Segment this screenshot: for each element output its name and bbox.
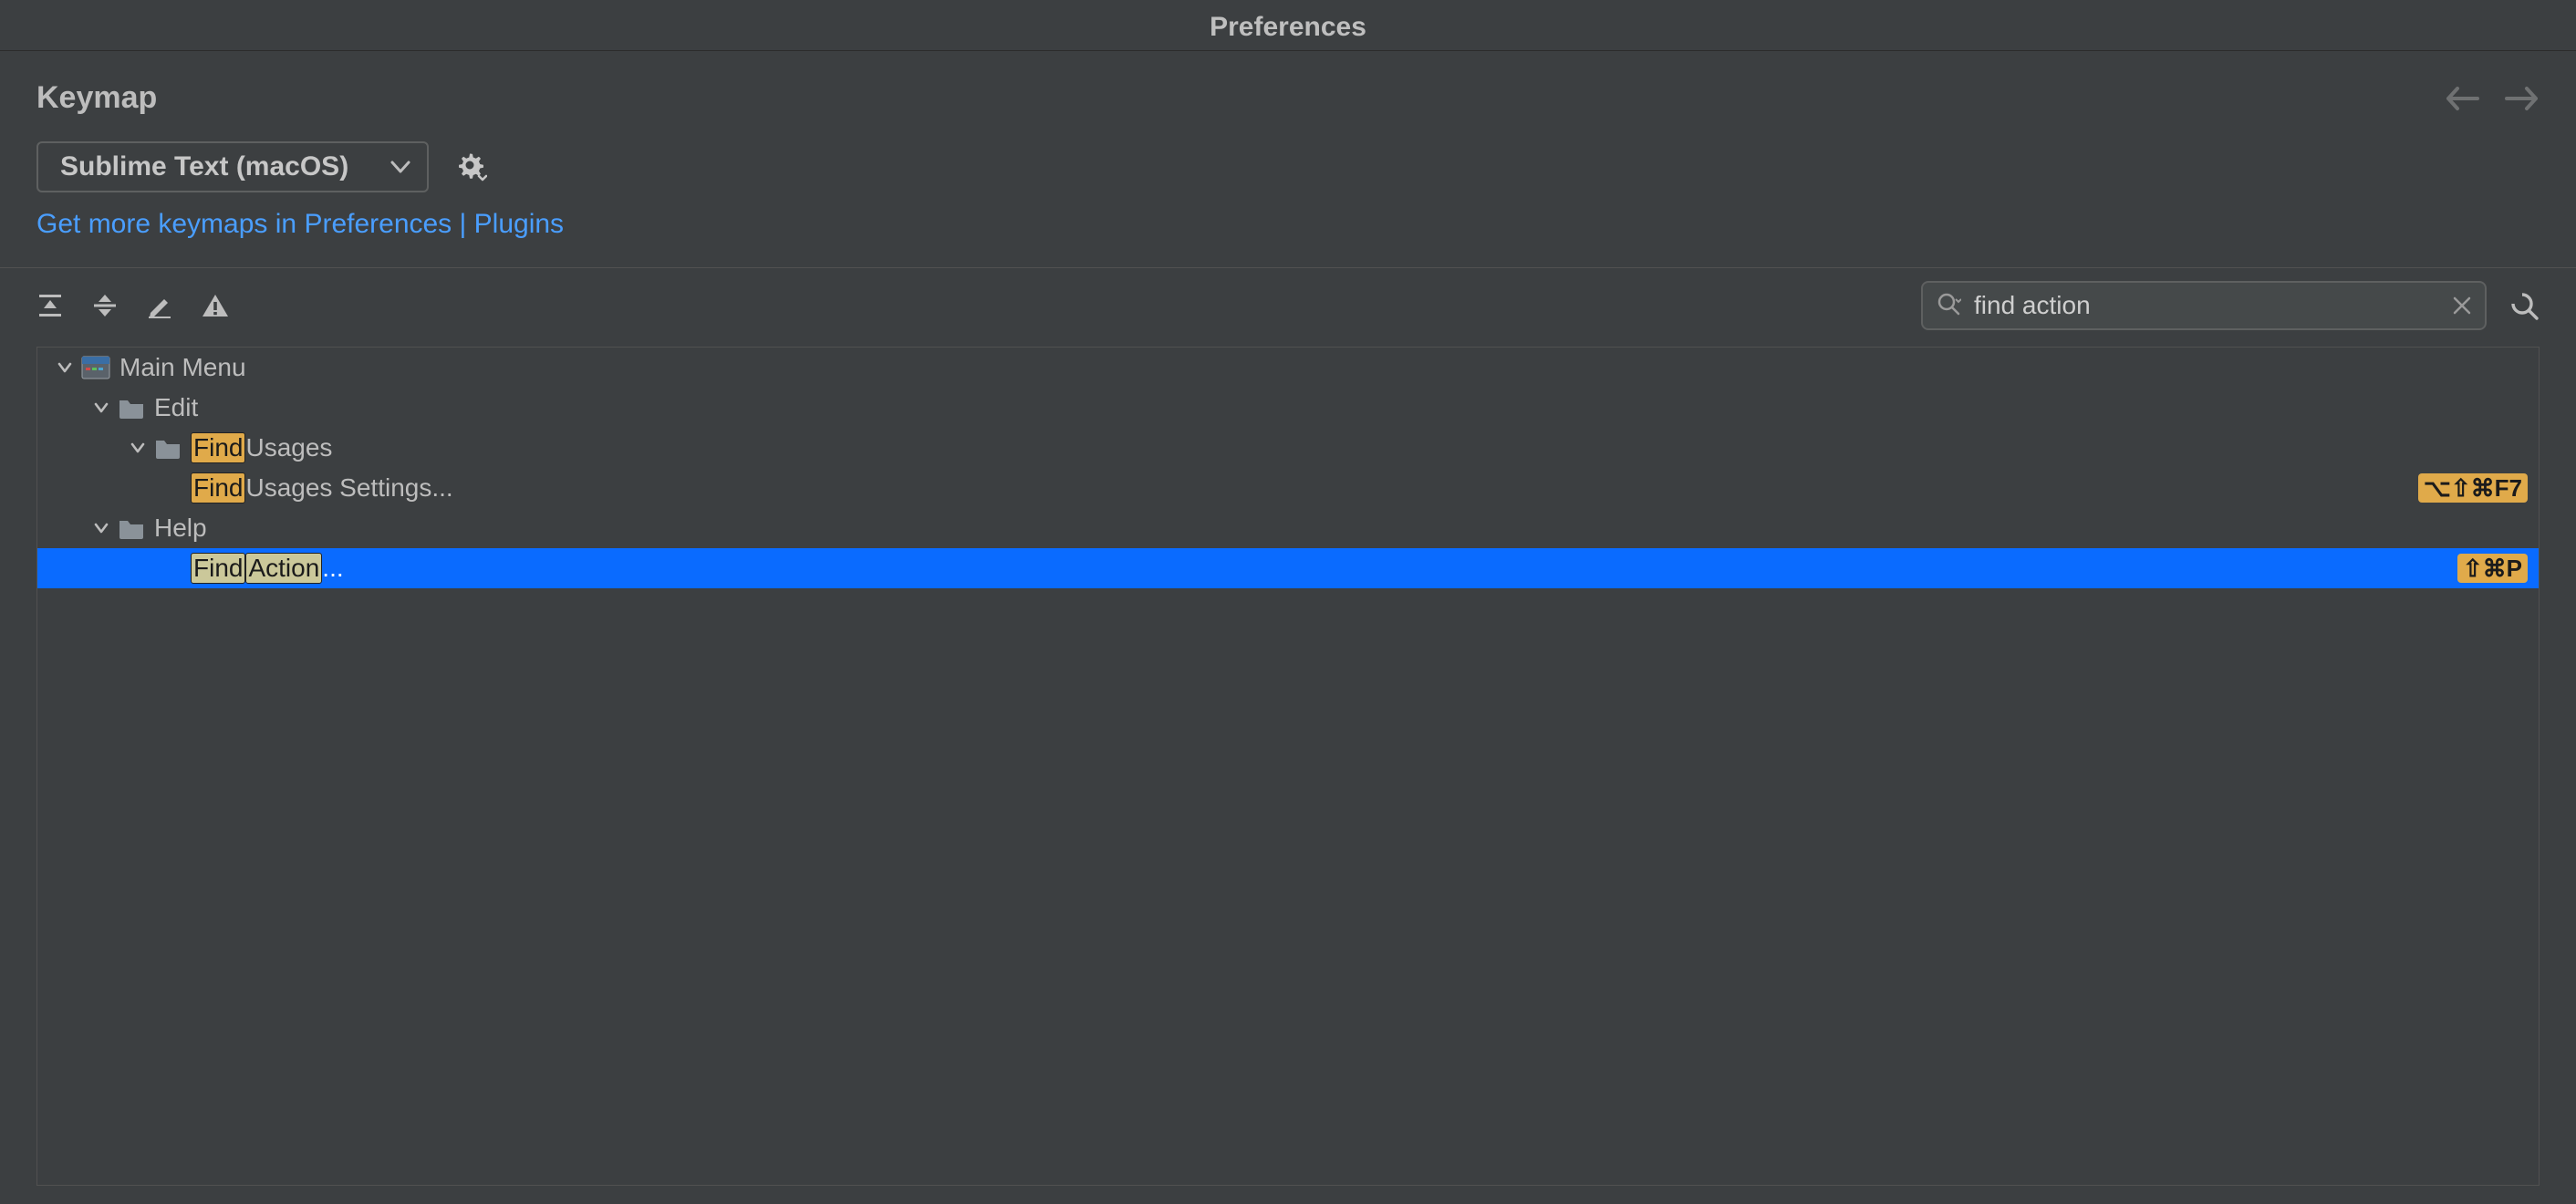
chevron-down-icon[interactable] (88, 515, 114, 541)
conflicts-button[interactable] (201, 292, 230, 319)
search-field[interactable] (1921, 281, 2487, 330)
titlebar: Preferences (0, 0, 2576, 51)
chevron-down-icon[interactable] (88, 395, 114, 420)
more-keymaps-link[interactable]: Get more keymaps in Preferences | Plugin… (36, 209, 564, 239)
more-keymaps-row: Get more keymaps in Preferences | Plugin… (0, 205, 2576, 267)
tree-row[interactable]: Find Usages Settings... ⌥⇧⌘F7 (37, 468, 2539, 508)
find-by-shortcut-button[interactable] (2508, 290, 2540, 321)
keymap-settings-button[interactable] (456, 151, 487, 182)
nav-arrows (2445, 85, 2540, 112)
shortcut-badge: ⌥⇧⌘F7 (2418, 473, 2528, 503)
keymap-select[interactable]: Sublime Text (macOS) (36, 141, 429, 192)
back-button[interactable] (2445, 85, 2479, 112)
forward-button[interactable] (2505, 85, 2540, 112)
folder-icon (118, 397, 145, 419)
tree-row[interactable]: Help (37, 508, 2539, 548)
keymap-toolbar: Sublime Text (macOS) (0, 134, 2576, 205)
chevron-down-icon[interactable] (52, 355, 78, 380)
keymap-select-value: Sublime Text (macOS) (60, 151, 348, 182)
main-menu-icon (81, 356, 110, 379)
search-icon (1936, 291, 1961, 321)
tree-row[interactable]: Find Usages (37, 428, 2539, 468)
shortcut-badge: ⇧⌘P (2457, 554, 2528, 583)
edit-shortcut-button[interactable] (146, 292, 173, 319)
search-input[interactable] (1974, 291, 2439, 320)
tree-row-label: Main Menu (119, 353, 246, 382)
section-header: Keymap (0, 51, 2576, 134)
tree-toolbar (0, 268, 2576, 343)
clear-search-button[interactable] (2452, 296, 2472, 316)
tree-row-label: Find Usages (191, 432, 332, 463)
tree-row[interactable]: Edit (37, 388, 2539, 428)
tree-row-label: Find Action... (191, 553, 344, 584)
expand-all-button[interactable] (36, 292, 64, 319)
chevron-down-icon[interactable] (125, 435, 151, 461)
window-title: Preferences (1210, 12, 1366, 43)
chevron-down-icon (390, 161, 410, 173)
folder-icon (154, 437, 182, 459)
tree-row[interactable]: Find Action... ⇧⌘P (37, 548, 2539, 588)
folder-icon (118, 517, 145, 539)
tree-row[interactable]: Main Menu (37, 348, 2539, 388)
page-title: Keymap (36, 80, 157, 116)
tree-row-label: Edit (154, 393, 198, 422)
collapse-all-button[interactable] (91, 292, 119, 319)
keymap-tree[interactable]: Main Menu Edit Find Usages Find Usages Sett… (36, 347, 2540, 1186)
tree-row-label: Find Usages Settings... (191, 472, 453, 503)
tree-row-label: Help (154, 514, 207, 543)
